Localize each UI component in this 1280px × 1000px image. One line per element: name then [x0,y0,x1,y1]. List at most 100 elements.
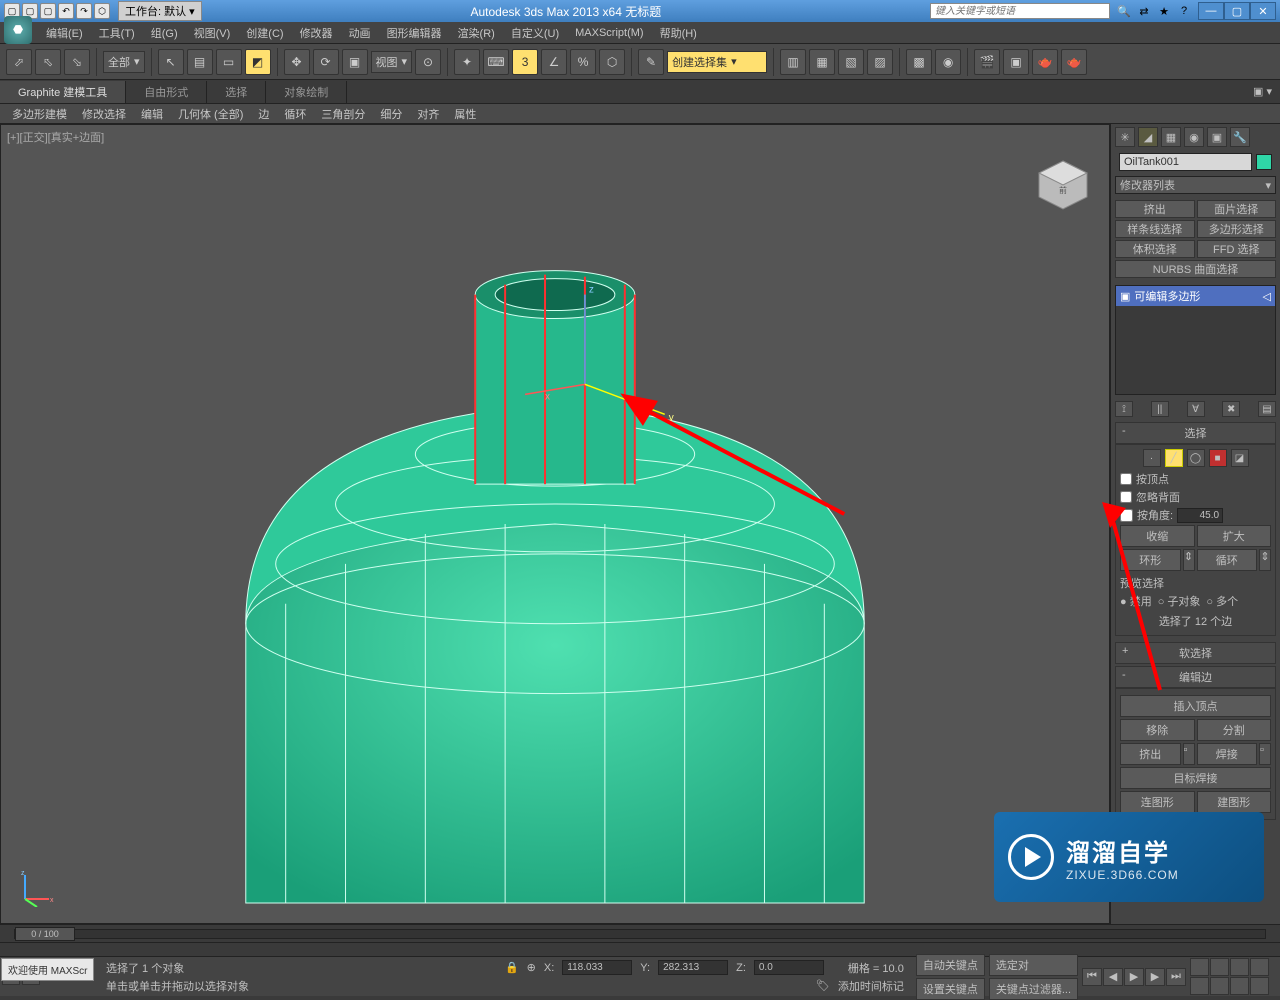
coord-z[interactable]: 0.0 [754,960,824,975]
btn-nurbs[interactable]: NURBS 曲面选择 [1115,260,1276,278]
time-slider-thumb[interactable]: 0 / 100 [15,927,75,941]
selection-filter-dropdown[interactable]: 全部 ▾ [103,51,145,73]
app-menu-icon[interactable]: ⬣ [4,16,32,44]
btn-targetweld[interactable]: 目标焊接 [1120,767,1271,789]
auto-key-button[interactable]: 自动关键点 [916,954,985,976]
goto-start-icon[interactable]: ⏮ [1082,968,1102,986]
ribbon-tab-paint[interactable]: 对象绘制 [266,81,347,103]
menu-views[interactable]: 视图(V) [186,23,239,43]
unlink-icon[interactable]: ⬁ [35,49,61,75]
maximize-button[interactable]: ▢ [1224,2,1250,20]
btn-extrude2[interactable]: 挤出 [1120,743,1181,765]
rollout-selection[interactable]: 选择 [1115,422,1276,444]
subribbon-props[interactable]: 属性 [448,105,482,123]
zoom-icon[interactable] [1210,958,1229,976]
render-frame-icon[interactable]: ▣ [1003,49,1029,75]
render-icon[interactable]: 🫖 [1032,49,1058,75]
coord-x[interactable]: 118.033 [562,960,632,975]
object-color-swatch[interactable] [1256,154,1272,170]
subribbon-geomall[interactable]: 几何体 (全部) [172,105,249,123]
btn-splinesel[interactable]: 样条线选择 [1115,220,1195,238]
workspace-dropdown[interactable]: 工作台: 默认 ▾ [118,1,202,21]
object-name-field[interactable] [1119,153,1252,171]
btn-polysel[interactable]: 多边形选择 [1197,220,1277,238]
menu-maxscript[interactable]: MAXScript(M) [567,25,651,41]
curve-editor-icon[interactable]: ▨ [867,49,893,75]
modifier-list-dropdown[interactable]: 修改器列表▾ [1115,176,1276,194]
time-tag-icon[interactable]: 🏷 [816,979,830,992]
weld-settings-icon[interactable]: ▫ [1259,743,1271,765]
expand-icon[interactable]: ▣ [1120,290,1130,303]
next-frame-icon[interactable]: ▶ [1145,968,1165,986]
key-filters-button[interactable]: 关键点过滤器... [989,978,1078,1000]
prev-frame-icon[interactable]: ◀ [1103,968,1123,986]
select-name-icon[interactable]: ▤ [187,49,213,75]
menu-render[interactable]: 渲染(R) [450,23,503,43]
subribbon-align[interactable]: 对齐 [411,105,445,123]
schematic-icon[interactable]: ▩ [906,49,932,75]
menu-graph[interactable]: 图形编辑器 [379,23,450,43]
modifier-stack[interactable]: ▣ 可编辑多边形 ◁ [1115,285,1276,395]
menu-help[interactable]: 帮助(H) [652,23,705,43]
selected-set[interactable]: 选定对 [989,954,1078,976]
subribbon-loop[interactable]: 循环 [278,105,312,123]
extrude-settings-icon[interactable]: ▫ [1183,743,1195,765]
radio-multi[interactable]: ○ 多个 [1206,593,1238,609]
add-time-tag[interactable]: 添加时间标记 [838,978,904,994]
zoom-all-icon[interactable] [1230,958,1249,976]
window-crossing-icon[interactable]: ◩ [245,49,271,75]
menu-group[interactable]: 组(G) [143,23,186,43]
btn-loop[interactable]: 循环 [1197,549,1258,571]
scale-icon[interactable]: ▣ [342,49,368,75]
make-unique-icon[interactable]: ∀ [1187,401,1205,417]
align-icon[interactable]: ▦ [809,49,835,75]
qat-redo-icon[interactable]: ↷ [76,3,92,19]
subribbon-polymodel[interactable]: 多边形建模 [6,105,73,123]
menu-modifiers[interactable]: 修改器 [292,23,341,43]
menu-create[interactable]: 创建(C) [238,23,291,43]
qat-save-icon[interactable]: ▢ [40,3,56,19]
btn-grow[interactable]: 扩大 [1197,525,1272,547]
motion-tab-icon[interactable]: ◉ [1184,127,1204,147]
welcome-tab[interactable]: 欢迎使用 MAXScr [1,958,94,981]
display-tab-icon[interactable]: ▣ [1207,127,1227,147]
angle-snap-icon[interactable]: ∠ [541,49,567,75]
loop-spinner[interactable]: ⇕ [1259,549,1271,571]
mirror-icon[interactable]: ▥ [780,49,806,75]
viewport[interactable]: [+][正交][真实+边面] [0,124,1110,924]
layers-icon[interactable]: ▧ [838,49,864,75]
close-button[interactable]: ✕ [1250,2,1276,20]
rotate-icon[interactable]: ⟳ [313,49,339,75]
border-icon[interactable]: ◯ [1187,449,1205,467]
ribbon-tab-graphite[interactable]: Graphite 建模工具 [0,81,126,103]
configure-icon[interactable]: ▤ [1258,401,1276,417]
help-search-input[interactable] [930,3,1110,19]
link-icon[interactable]: ⬀ [6,49,32,75]
pivot-icon[interactable]: ⊙ [415,49,441,75]
modify-tab-icon[interactable]: ◢ [1138,127,1158,147]
material-icon[interactable]: ◉ [935,49,961,75]
keyboard-icon[interactable]: ⌨ [483,49,509,75]
menu-animation[interactable]: 动画 [341,23,379,43]
subribbon-edge[interactable]: 边 [252,105,275,123]
menu-tools[interactable]: 工具(T) [91,23,143,43]
btn-facesel[interactable]: 面片选择 [1197,200,1277,218]
bind-icon[interactable]: ⬂ [64,49,90,75]
exchange-icon[interactable]: ⇄ [1136,3,1152,19]
render-prod-icon[interactable]: 🫖 [1061,49,1087,75]
remove-mod-icon[interactable]: ✖ [1222,401,1240,417]
play-icon[interactable]: ▶ [1124,968,1144,986]
move-icon[interactable]: ✥ [284,49,310,75]
star-icon[interactable]: ★ [1156,3,1172,19]
named-sel-icon[interactable]: ✎ [638,49,664,75]
minimize-button[interactable]: — [1198,2,1224,20]
subribbon-modsel[interactable]: 修改选择 [76,105,132,123]
named-selection-set[interactable]: 创建选择集 ▾ [667,51,767,73]
element-icon[interactable]: ◪ [1231,449,1249,467]
polygon-icon[interactable]: ■ [1209,449,1227,467]
pan-icon[interactable] [1190,958,1209,976]
walk-icon[interactable] [1230,977,1249,995]
subribbon-subdiv[interactable]: 细分 [374,105,408,123]
menu-edit[interactable]: 编辑(E) [38,23,91,43]
btn-split[interactable]: 分割 [1197,719,1272,741]
